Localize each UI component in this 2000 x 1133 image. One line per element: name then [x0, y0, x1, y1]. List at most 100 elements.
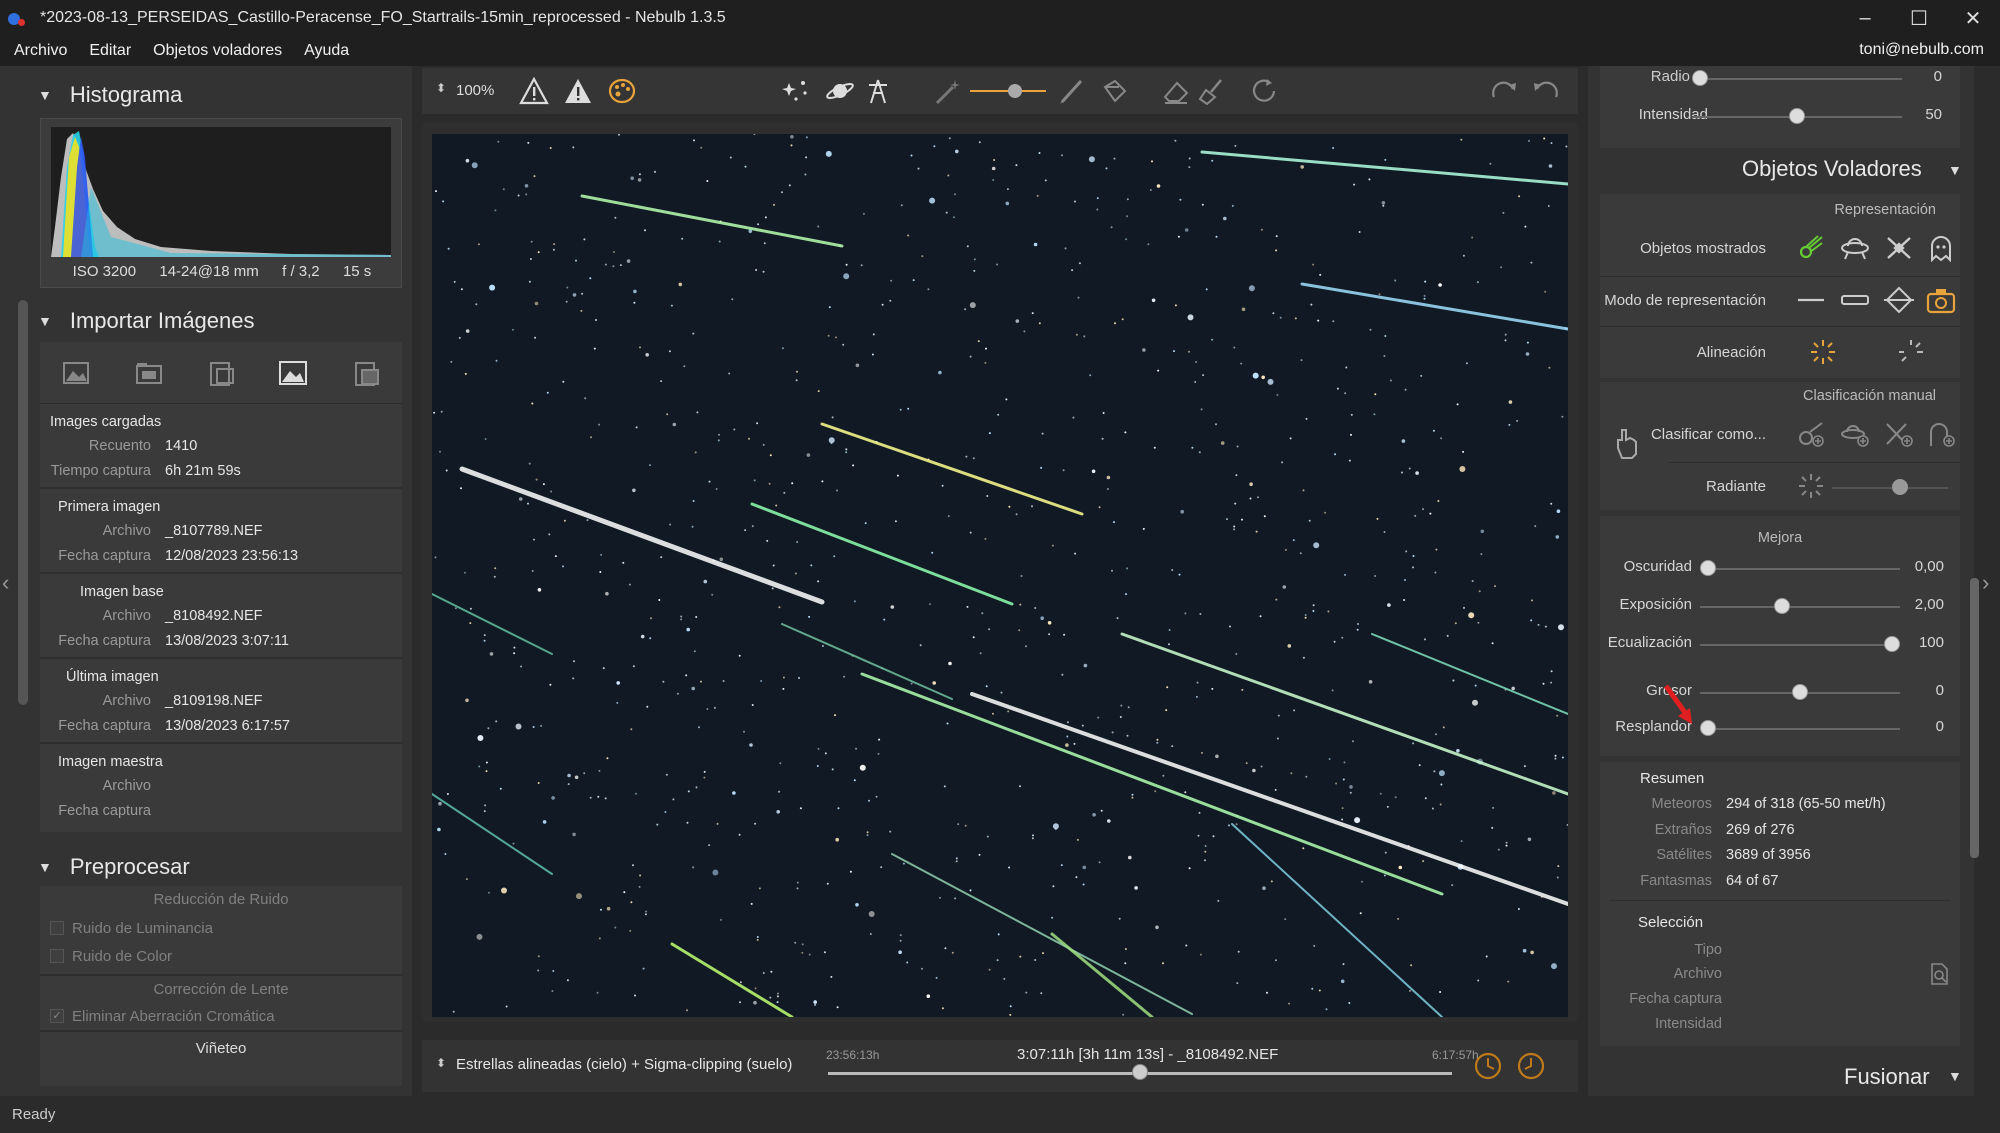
base-image-group[interactable]: Imagen base Archivo _8108492.NEF Fecha ca… — [40, 574, 402, 659]
expand-triangle-icon: ▼ — [38, 313, 52, 329]
classify-ghost-icon[interactable] — [1926, 420, 1956, 453]
warning-outline-icon[interactable] — [518, 76, 550, 106]
zoom-spinner-icon[interactable]: ⬍ — [436, 81, 446, 95]
radiant-icon[interactable] — [1796, 472, 1826, 505]
night-sky-image — [432, 134, 1568, 1017]
intensity-knob[interactable] — [1789, 108, 1805, 124]
flying-objects-header[interactable]: Objetos Voladores — [1742, 156, 1922, 182]
first-image-group[interactable]: Primera imagen Archivo _8107789.NEF Fecha… — [40, 489, 402, 574]
satellite-toggle-icon[interactable] — [1884, 234, 1914, 267]
line-mode-icon[interactable] — [1796, 286, 1826, 319]
left-scrollbar[interactable] — [18, 300, 28, 705]
top-sliders-panel: Radio 0 Intensidad 50 — [1600, 66, 1960, 148]
magic-wand-icon[interactable] — [932, 76, 964, 106]
brush-icon[interactable] — [1056, 76, 1088, 106]
ecualizacion-knob[interactable] — [1884, 636, 1900, 652]
import-folder-icon[interactable] — [133, 357, 165, 389]
alignment-radiant-icon[interactable] — [1896, 338, 1926, 371]
classify-satellite-icon[interactable] — [1884, 420, 1914, 453]
maximize-button[interactable]: ☐ — [1892, 0, 1946, 36]
menu-archivo[interactable]: Archivo — [14, 42, 67, 60]
oscuridad-knob[interactable] — [1700, 560, 1716, 576]
undo-icon[interactable] — [1530, 76, 1562, 106]
right-scrollbar[interactable] — [1970, 578, 1979, 858]
exposicion-value: 2,00 — [1914, 596, 1944, 613]
exposicion-knob[interactable] — [1773, 598, 1790, 614]
startrails-image[interactable] — [432, 134, 1568, 1017]
radiant-slider[interactable] — [1832, 487, 1948, 489]
master-image-group[interactable]: Imagen maestra Archivo Fecha captura — [40, 744, 402, 827]
broom-icon[interactable] — [1196, 76, 1228, 106]
ecualizacion-label: Ecualización — [1607, 634, 1692, 651]
stacking-mode[interactable]: Estrellas alineadas (cielo) + Sigma-clip… — [456, 1056, 792, 1073]
merge-header[interactable]: Fusionar — [1844, 1064, 1930, 1090]
oscuridad-slider[interactable] — [1700, 568, 1900, 570]
meteor-toggle-icon[interactable] — [1796, 234, 1826, 267]
classify-meteor-icon[interactable] — [1796, 420, 1826, 453]
import-stack-icon[interactable] — [205, 357, 237, 389]
summary-panel: Resumen Meteoros 294 of 318 (65-50 met/h)… — [1600, 762, 1960, 1046]
preprocess-header[interactable]: ▼ Preprocesar — [38, 854, 190, 880]
radius-label: Radio — [1650, 68, 1690, 85]
stars-icon[interactable] — [780, 76, 812, 106]
color-noise-checkbox[interactable]: Ruido de Color — [40, 942, 402, 970]
base-image-icon[interactable] — [277, 357, 309, 389]
collapse-triangle-icon[interactable]: ▼ — [1948, 162, 1962, 178]
mode-spinner-icon[interactable]: ⬍ — [436, 1056, 446, 1070]
camera-mode-icon[interactable] — [1926, 286, 1956, 319]
refresh-icon[interactable] — [1248, 76, 1280, 106]
resplandor-knob[interactable] — [1700, 720, 1716, 736]
satellite-planet-icon[interactable] — [824, 76, 856, 106]
ground-tower-icon[interactable] — [862, 76, 894, 106]
ghost-toggle-icon[interactable] — [1926, 234, 1956, 267]
clock-forward-icon[interactable] — [1472, 1050, 1506, 1087]
import-images-icon[interactable] — [60, 357, 92, 389]
collapse-right-icon[interactable]: › — [1982, 570, 1989, 596]
loaded-count: 1410 — [165, 438, 198, 455]
histogram-header[interactable]: ▼ Histograma — [38, 82, 182, 108]
radius-knob[interactable] — [1692, 70, 1708, 86]
user-account[interactable]: toni@nebulb.com — [1859, 41, 1984, 59]
box-mode-icon[interactable] — [1840, 286, 1870, 319]
resplandor-slider[interactable] — [1700, 728, 1900, 730]
redo-icon[interactable] — [1488, 76, 1520, 106]
exposicion-slider[interactable] — [1700, 606, 1900, 608]
chromatic-aberration-checkbox[interactable]: ✓ Eliminar Aberración Cromática — [40, 1002, 402, 1030]
window-title: *2023-08-13_PERSEIDAS_Castillo-Peracense… — [40, 9, 726, 26]
summary-meteors: Meteoros 294 of 318 (65-50 met/h) — [1651, 796, 1886, 812]
menu-objetos-voladores[interactable]: Objetos voladores — [153, 42, 282, 60]
brush-size-knob[interactable] — [1008, 84, 1022, 98]
collapse-left-icon[interactable]: ‹ — [2, 570, 9, 596]
last-image-group[interactable]: Última imagen Archivo _8109198.NEF Fecha … — [40, 659, 402, 744]
menu-ayuda[interactable]: Ayuda — [304, 42, 349, 60]
ufo-toggle-icon[interactable] — [1840, 234, 1870, 267]
eraser-icon[interactable] — [1160, 76, 1192, 106]
vignette-section[interactable]: Viñeteo — [40, 1030, 402, 1064]
import-header[interactable]: ▼ Importar Imágenes — [38, 308, 255, 334]
luminance-noise-checkbox[interactable]: Ruido de Luminancia — [40, 914, 402, 942]
clock-back-icon[interactable] — [1514, 1050, 1548, 1087]
locate-file-icon[interactable] — [1928, 962, 1950, 991]
timeline-knob[interactable] — [1132, 1064, 1148, 1080]
exposicion-label: Exposición — [1619, 596, 1692, 613]
histogram-exposure: 15 s — [342, 263, 372, 280]
diamond-mode-icon[interactable] — [1884, 286, 1914, 319]
palette-icon[interactable] — [606, 76, 638, 106]
zoom-level[interactable]: 100% — [456, 82, 494, 99]
grosor-knob[interactable] — [1792, 684, 1808, 700]
histogram-chart — [51, 127, 391, 257]
collapse-triangle-icon[interactable]: ▼ — [1948, 1068, 1962, 1084]
hand-pointer-icon[interactable] — [1612, 424, 1642, 465]
summary-satellites: Satélites 3689 of 3956 — [1656, 847, 1811, 863]
warning-filled-icon[interactable] — [562, 76, 594, 106]
close-button[interactable]: ✕ — [1946, 0, 2000, 36]
radius-slider[interactable] — [1692, 78, 1902, 80]
minimize-button[interactable]: – — [1838, 0, 1892, 36]
radiant-knob[interactable] — [1892, 479, 1908, 495]
alignment-sun-icon[interactable] — [1808, 338, 1838, 371]
fill-bucket-icon[interactable] — [1098, 76, 1130, 106]
menu-editar[interactable]: Editar — [89, 42, 131, 60]
master-image-icon[interactable] — [350, 357, 382, 389]
ecualizacion-slider[interactable] — [1700, 644, 1900, 646]
classify-ufo-icon[interactable] — [1840, 420, 1870, 453]
